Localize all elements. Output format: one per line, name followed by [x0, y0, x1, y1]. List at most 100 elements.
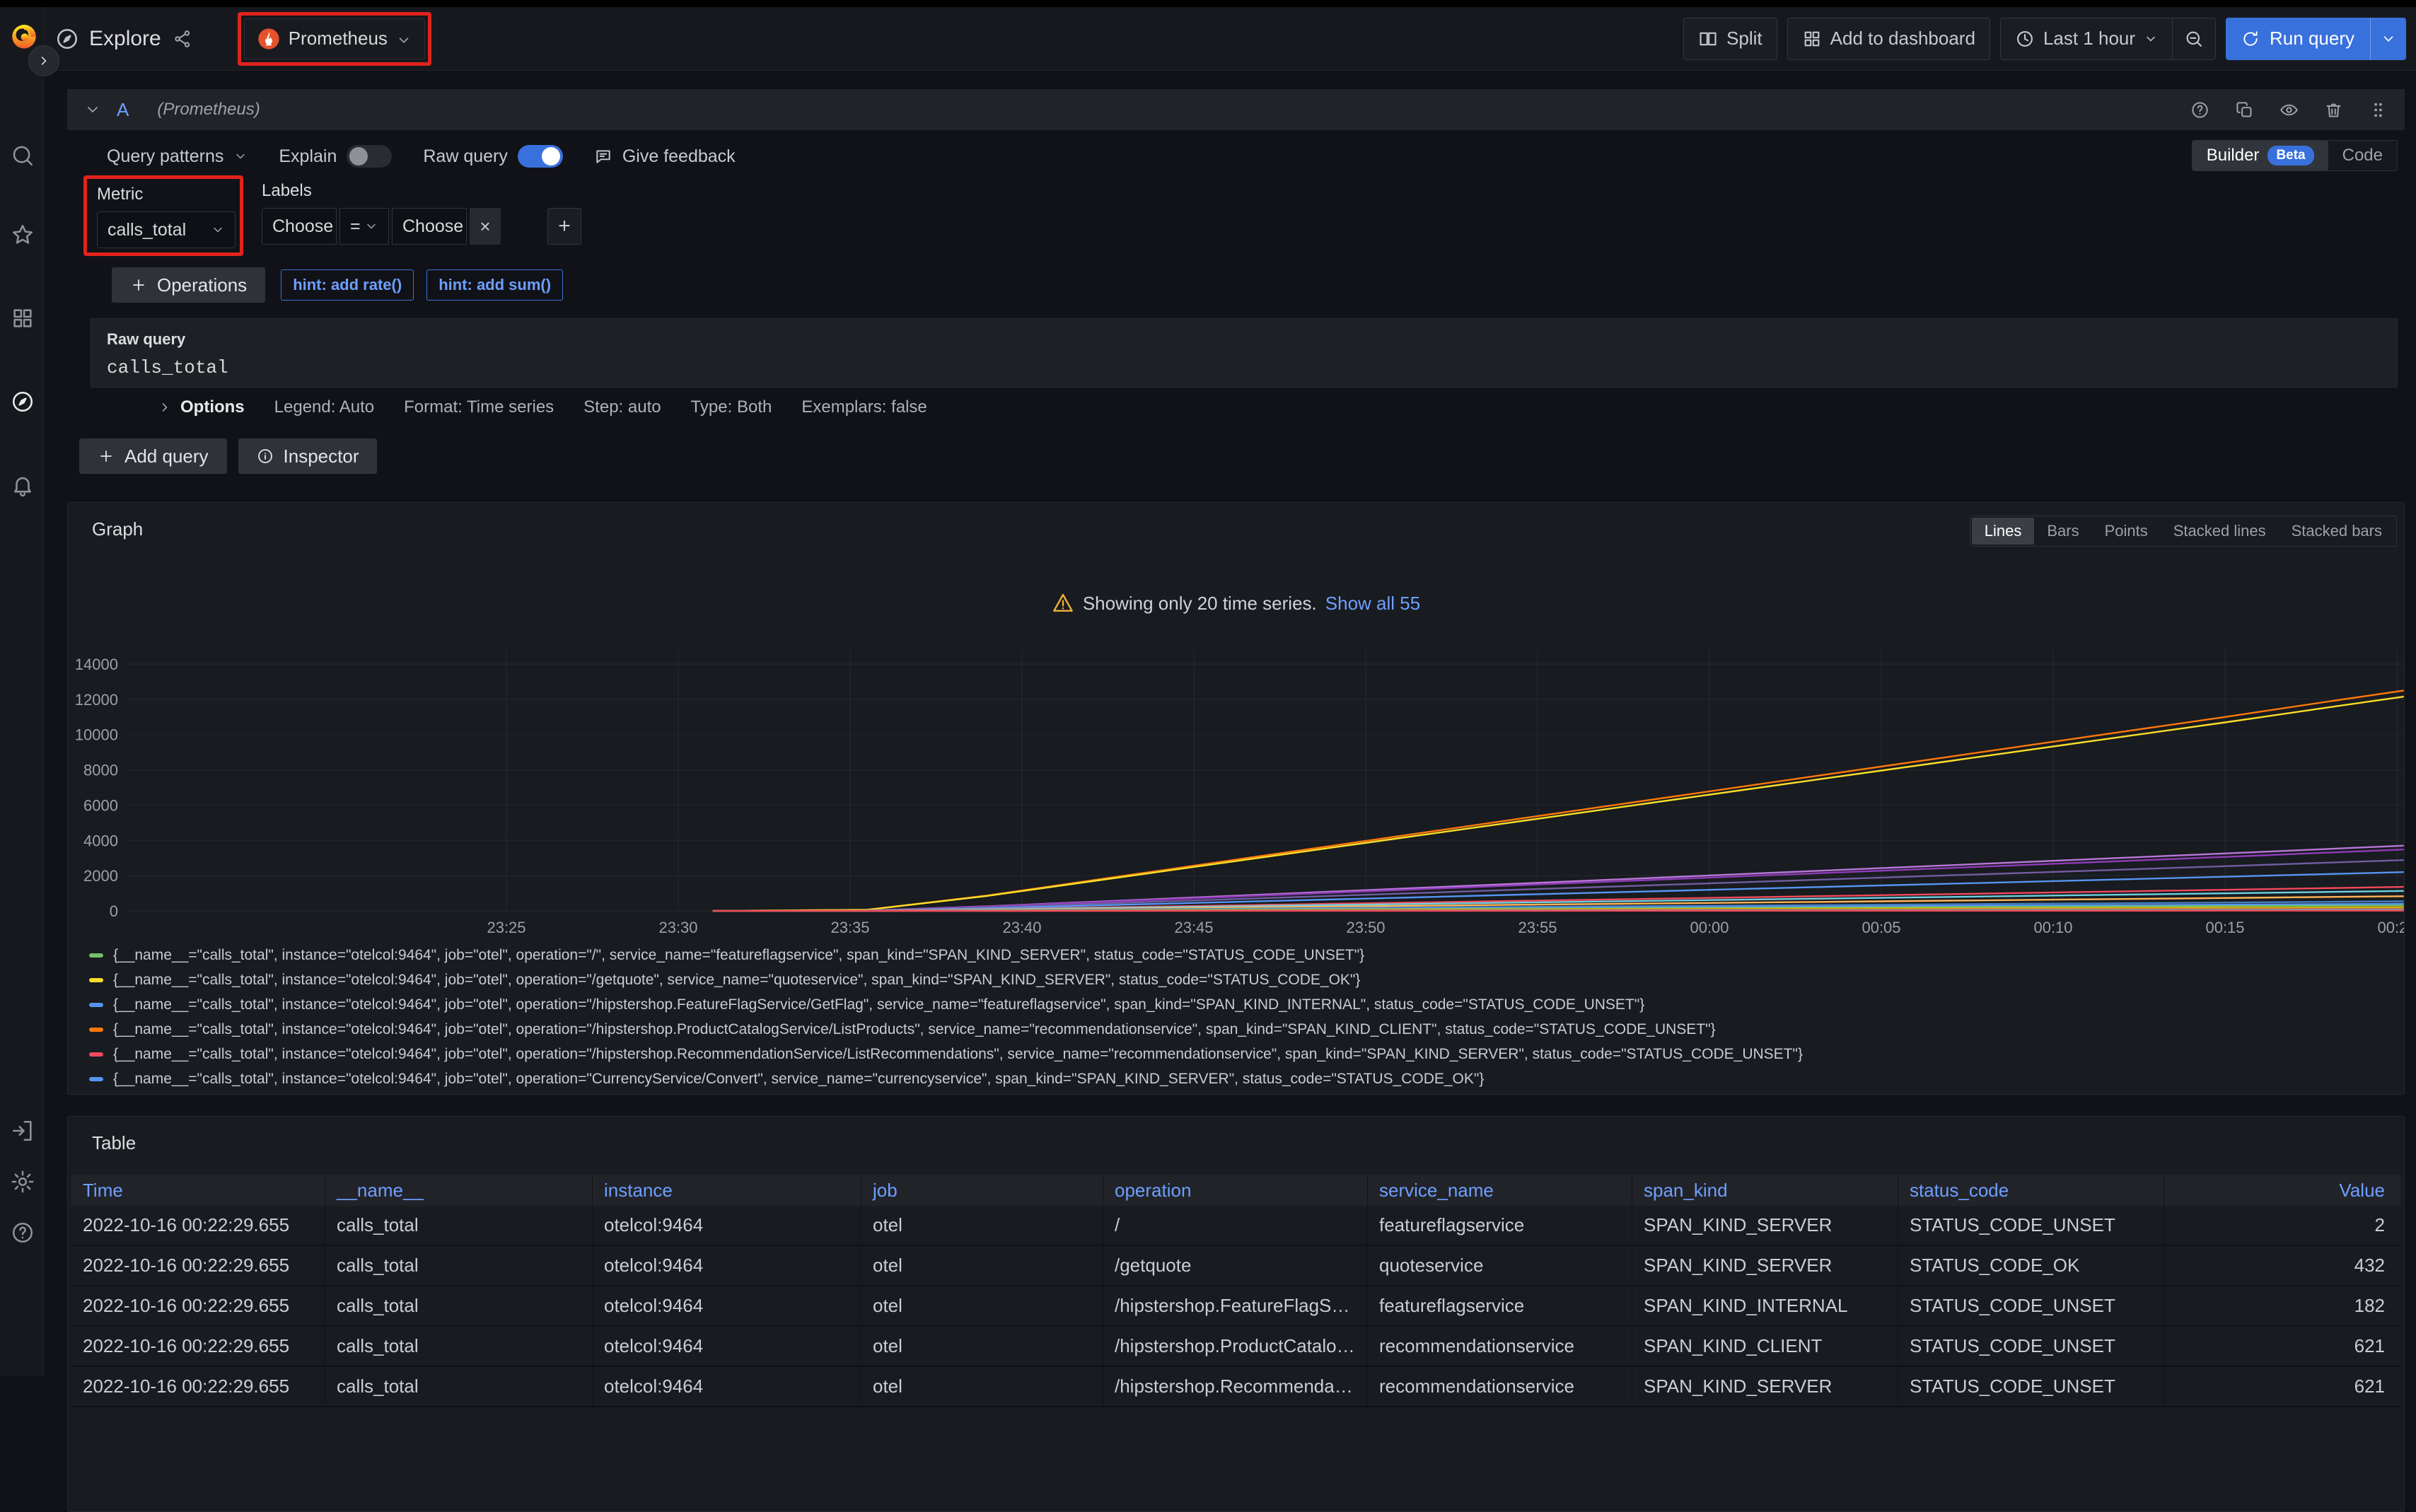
help-icon[interactable] [11, 1221, 35, 1245]
column-header-operation[interactable]: operation [1103, 1175, 1367, 1206]
show-all-series-link[interactable]: Show all 55 [1325, 593, 1420, 615]
legend-series-label[interactable]: {__name__="calls_total", instance="otelc… [113, 972, 1360, 989]
table-cell: otel [861, 1246, 1103, 1285]
raw-query-toggle[interactable] [518, 145, 563, 168]
query-help-icon[interactable] [2190, 100, 2209, 120]
legend-series-label[interactable]: {__name__="calls_total", instance="otelc… [113, 947, 1364, 964]
table-cell: /hipstershop.FeatureFlagServi… [1103, 1286, 1367, 1325]
table-cell: otelcol:9464 [592, 1327, 861, 1366]
table-panel-title: Table [92, 1132, 136, 1154]
query-hint-button[interactable]: hint: add sum() [426, 269, 563, 301]
run-query-button[interactable]: Run query [2226, 18, 2406, 60]
graph-mode-lines[interactable]: Lines [1972, 518, 2035, 545]
sign-in-icon[interactable] [11, 1119, 35, 1143]
graph-panel: Graph LinesBarsPointsStacked linesStacke… [67, 502, 2405, 1095]
chevron-right-icon [158, 400, 172, 414]
zoom-out-time-button[interactable] [2172, 18, 2215, 59]
option-summary-item: Legend: Auto [274, 397, 374, 417]
explain-toggle[interactable] [347, 145, 392, 168]
add-query-button[interactable]: Add query [79, 438, 227, 474]
collapse-query-icon[interactable] [84, 101, 101, 118]
column-header-value[interactable]: Value [2164, 1175, 2400, 1206]
zoom-out-icon [2184, 29, 2204, 49]
graph-mode-stacked-lines[interactable]: Stacked lines [2161, 518, 2279, 545]
datasource-picker[interactable]: Prometheus [244, 18, 425, 59]
graph-mode-points[interactable]: Points [2092, 518, 2161, 545]
table-cell: 2022-10-16 00:22:29.655 [71, 1367, 325, 1406]
graph-mode-bars[interactable]: Bars [2034, 518, 2091, 545]
dashboards-icon[interactable] [11, 306, 35, 330]
builder-mode-tab[interactable]: Builder Beta [2193, 141, 2328, 170]
table-cell: recommendationservice [1367, 1327, 1632, 1366]
options-collapse[interactable]: Options [158, 397, 245, 417]
table-body: 2022-10-16 00:22:29.655calls_totalotelco… [71, 1206, 2400, 1407]
code-mode-tab[interactable]: Code [2328, 141, 2397, 170]
inspector-button[interactable]: Inspector [238, 438, 378, 474]
sidebar-expand-button[interactable] [28, 45, 59, 76]
give-feedback-link[interactable]: Give feedback [594, 146, 736, 167]
delete-query-icon[interactable] [2324, 100, 2343, 120]
svg-text:00:10: 00:10 [2033, 919, 2072, 936]
column-header-statuscode[interactable]: status_code [1898, 1175, 2164, 1206]
metric-select[interactable]: calls_total [97, 211, 236, 248]
legend-series-label[interactable]: {__name__="calls_total", instance="otelc… [113, 1021, 1716, 1038]
query-hint-button[interactable]: hint: add rate() [281, 269, 414, 301]
drag-handle-icon[interactable] [2369, 100, 2388, 120]
settings-icon[interactable] [11, 1170, 35, 1194]
warning-icon [1052, 592, 1074, 615]
column-header-spankind[interactable]: span_kind [1632, 1175, 1898, 1206]
explore-nav-icon[interactable] [11, 390, 35, 414]
svg-text:6000: 6000 [83, 796, 118, 814]
run-query-caret[interactable] [2370, 18, 2406, 60]
query-datasource-hint: (Prometheus) [157, 100, 260, 120]
editor-actions: Add query Inspector [67, 438, 2405, 474]
column-header-name[interactable]: __name__ [325, 1175, 592, 1206]
table-cell: 621 [2164, 1327, 2400, 1366]
table-row: 2022-10-16 00:22:29.655calls_totalotelco… [71, 1246, 2400, 1286]
table-cell: recommendationservice [1367, 1367, 1632, 1406]
table-cell: SPAN_KIND_INTERNAL [1632, 1286, 1898, 1325]
table-cell: otelcol:9464 [592, 1246, 861, 1285]
starred-icon[interactable] [11, 223, 35, 247]
label-operator-select[interactable]: = [339, 208, 389, 245]
share-icon[interactable] [173, 29, 192, 49]
chevron-down-icon [364, 219, 378, 233]
svg-text:0: 0 [110, 902, 118, 920]
table-cell: calls_total [325, 1367, 592, 1406]
operations-button[interactable]: Operations [112, 267, 265, 303]
legend-swatch [89, 953, 103, 958]
svg-text:14000: 14000 [75, 656, 118, 673]
query-ref-id[interactable]: A [117, 99, 129, 121]
duplicate-query-icon[interactable] [2235, 100, 2254, 120]
label-value-select[interactable]: Choose [392, 208, 467, 245]
legend-series-label[interactable]: {__name__="calls_total", instance="otelc… [113, 1071, 1484, 1088]
column-header-servicename[interactable]: service_name [1367, 1175, 1632, 1206]
legend-series-label[interactable]: {__name__="calls_total", instance="otelc… [113, 1046, 1803, 1063]
split-button[interactable]: Split [1683, 18, 1777, 60]
graph-mode-stacked-bars[interactable]: Stacked bars [2279, 518, 2395, 545]
table-cell: STATUS_CODE_UNSET [1898, 1327, 2164, 1366]
time-series-chart[interactable]: 0200040006000800010000120001400023:2523:… [68, 637, 2404, 943]
search-icon[interactable] [11, 144, 35, 168]
chevron-down-icon [233, 149, 248, 163]
legend-series-label[interactable]: {__name__="calls_total", instance="otelc… [113, 996, 1644, 1013]
remove-label-filter-button[interactable]: × [470, 208, 501, 245]
add-to-dashboard-button[interactable]: Add to dashboard [1787, 18, 1990, 60]
svg-text:23:25: 23:25 [487, 919, 525, 936]
query-options-row: Options Legend: AutoFormat: Time seriesS… [67, 397, 2405, 417]
label-key-select[interactable]: Choose [262, 208, 337, 245]
disable-query-icon[interactable] [2279, 100, 2299, 120]
column-header-instance[interactable]: instance [592, 1175, 861, 1206]
table-cell: 621 [2164, 1367, 2400, 1406]
table-cell: 182 [2164, 1286, 2400, 1325]
grafana-logo[interactable] [8, 20, 40, 51]
table-cell: otel [861, 1327, 1103, 1366]
column-header-job[interactable]: job [861, 1175, 1103, 1206]
query-patterns-dropdown[interactable]: Query patterns [107, 146, 248, 167]
svg-text:12000: 12000 [75, 691, 118, 709]
time-range-button[interactable]: Last 1 hour [2001, 18, 2172, 59]
time-picker-group: Last 1 hour [2000, 18, 2216, 60]
column-header-time[interactable]: Time [71, 1175, 325, 1206]
add-label-filter-button[interactable]: + [547, 208, 581, 245]
alerting-icon[interactable] [11, 473, 35, 497]
